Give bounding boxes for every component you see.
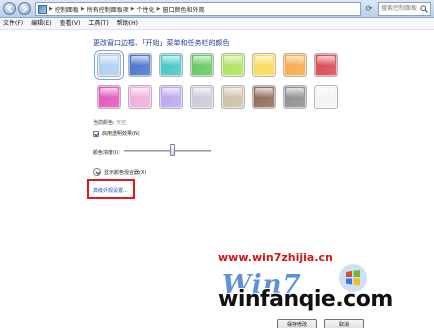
breadcrumb-item[interactable]: 个性化 bbox=[137, 5, 155, 14]
breadcrumb-separator-icon: ▶ bbox=[156, 6, 161, 12]
current-color-text: 当前颜色: 天空 bbox=[93, 119, 126, 126]
color-swatch-chocolate[interactable] bbox=[252, 85, 276, 109]
color-swatch-blush[interactable] bbox=[128, 85, 152, 109]
color-swatch-sea[interactable] bbox=[159, 53, 183, 77]
save-changes-button[interactable]: 保存修改 bbox=[277, 319, 317, 328]
arrow-left-icon bbox=[6, 5, 13, 13]
color-swatch-leaf[interactable] bbox=[190, 53, 214, 77]
breadcrumb-item[interactable]: 窗口颜色和外观 bbox=[162, 5, 204, 14]
forward-button[interactable] bbox=[18, 2, 31, 15]
breadcrumb-item[interactable]: 所有控制面板项 bbox=[87, 5, 129, 14]
cancel-button[interactable]: 取消 bbox=[324, 319, 364, 328]
color-mixer-toggle[interactable]: 显示颜色混合器(X) bbox=[93, 168, 146, 176]
color-swatch-lime[interactable] bbox=[221, 53, 245, 77]
main-content: 更改窗口边框、「开始」菜单和任务栏的颜色 启用透明效果(N) 当前颜色: 天空 … bbox=[0, 31, 434, 328]
color-swatch-twilight[interactable] bbox=[128, 53, 152, 77]
arrow-right-icon bbox=[22, 5, 29, 13]
color-swatch-ruby[interactable] bbox=[314, 53, 338, 77]
color-swatch-fuchsia[interactable] bbox=[97, 85, 121, 109]
watermark-url: www.win7zhijia.cn bbox=[218, 251, 333, 264]
search-placeholder: 搜索控制面板 bbox=[381, 5, 418, 12]
color-swatch-sky[interactable] bbox=[94, 50, 124, 80]
watermark-site: winfanqie.com bbox=[218, 287, 393, 312]
back-button[interactable] bbox=[3, 2, 16, 15]
slider-thumb[interactable] bbox=[169, 144, 175, 156]
color-swatch-slate[interactable] bbox=[283, 85, 307, 109]
transparency-option[interactable]: 启用透明效果(N) bbox=[93, 130, 140, 137]
menu-tools[interactable]: 工具(T) bbox=[88, 18, 108, 29]
advanced-appearance-link[interactable]: 高级外观设置... bbox=[93, 187, 128, 194]
breadcrumb-separator-icon: ▶ bbox=[49, 6, 53, 12]
title-bar: ▶ 控制面板 ▶ 所有控制面板项 ▶ 个性化 ▶ 窗口颜色和外观 ⟳ 搜索控制面… bbox=[0, 0, 434, 18]
menu-file[interactable]: 文件(F) bbox=[3, 18, 23, 29]
transparency-label: 启用透明效果(N) bbox=[102, 131, 140, 137]
menu-help[interactable]: 帮助(H) bbox=[117, 18, 138, 29]
color-swatch-violet[interactable] bbox=[159, 85, 183, 109]
search-input[interactable]: 搜索控制面板 bbox=[378, 2, 431, 16]
color-swatch-taupe[interactable] bbox=[221, 85, 245, 109]
page-title: 更改窗口边框、「开始」菜单和任务栏的颜色 bbox=[93, 39, 230, 47]
chevron-down-icon bbox=[93, 168, 101, 176]
address-bar[interactable]: ▶ 控制面板 ▶ 所有控制面板项 ▶ 个性化 ▶ 窗口颜色和外观 bbox=[35, 2, 361, 16]
menu-bar: 文件(F) 编辑(E) 查看(V) 工具(T) 帮助(H) bbox=[0, 18, 434, 30]
color-intensity-slider[interactable] bbox=[124, 150, 211, 152]
search-icon bbox=[420, 5, 428, 13]
breadcrumb-item[interactable]: 控制面板 bbox=[55, 5, 79, 14]
color-swatch-sun[interactable] bbox=[252, 53, 276, 77]
current-color-value: 天空 bbox=[116, 120, 127, 126]
color-swatch-frost[interactable] bbox=[314, 85, 338, 109]
transparency-checkbox[interactable] bbox=[93, 130, 99, 137]
breadcrumb-separator-icon: ▶ bbox=[130, 6, 135, 12]
refresh-icon[interactable]: ⟳ bbox=[364, 3, 374, 14]
breadcrumb-separator-icon: ▶ bbox=[80, 6, 85, 12]
control-panel-window: ▶ 控制面板 ▶ 所有控制面板项 ▶ 个性化 ▶ 窗口颜色和外观 ⟳ 搜索控制面… bbox=[0, 0, 434, 328]
color-mixer-label: 显示颜色混合器(X) bbox=[104, 169, 147, 176]
color-swatch-lavender[interactable] bbox=[190, 85, 214, 109]
control-panel-icon bbox=[38, 4, 47, 14]
color-intensity-label: 颜色浓度(I): bbox=[93, 150, 121, 156]
menu-edit[interactable]: 编辑(E) bbox=[31, 18, 51, 29]
color-swatch-pumpkin[interactable] bbox=[283, 53, 307, 77]
current-color-label: 当前颜色: bbox=[93, 120, 115, 126]
menu-view[interactable]: 查看(V) bbox=[60, 18, 81, 29]
